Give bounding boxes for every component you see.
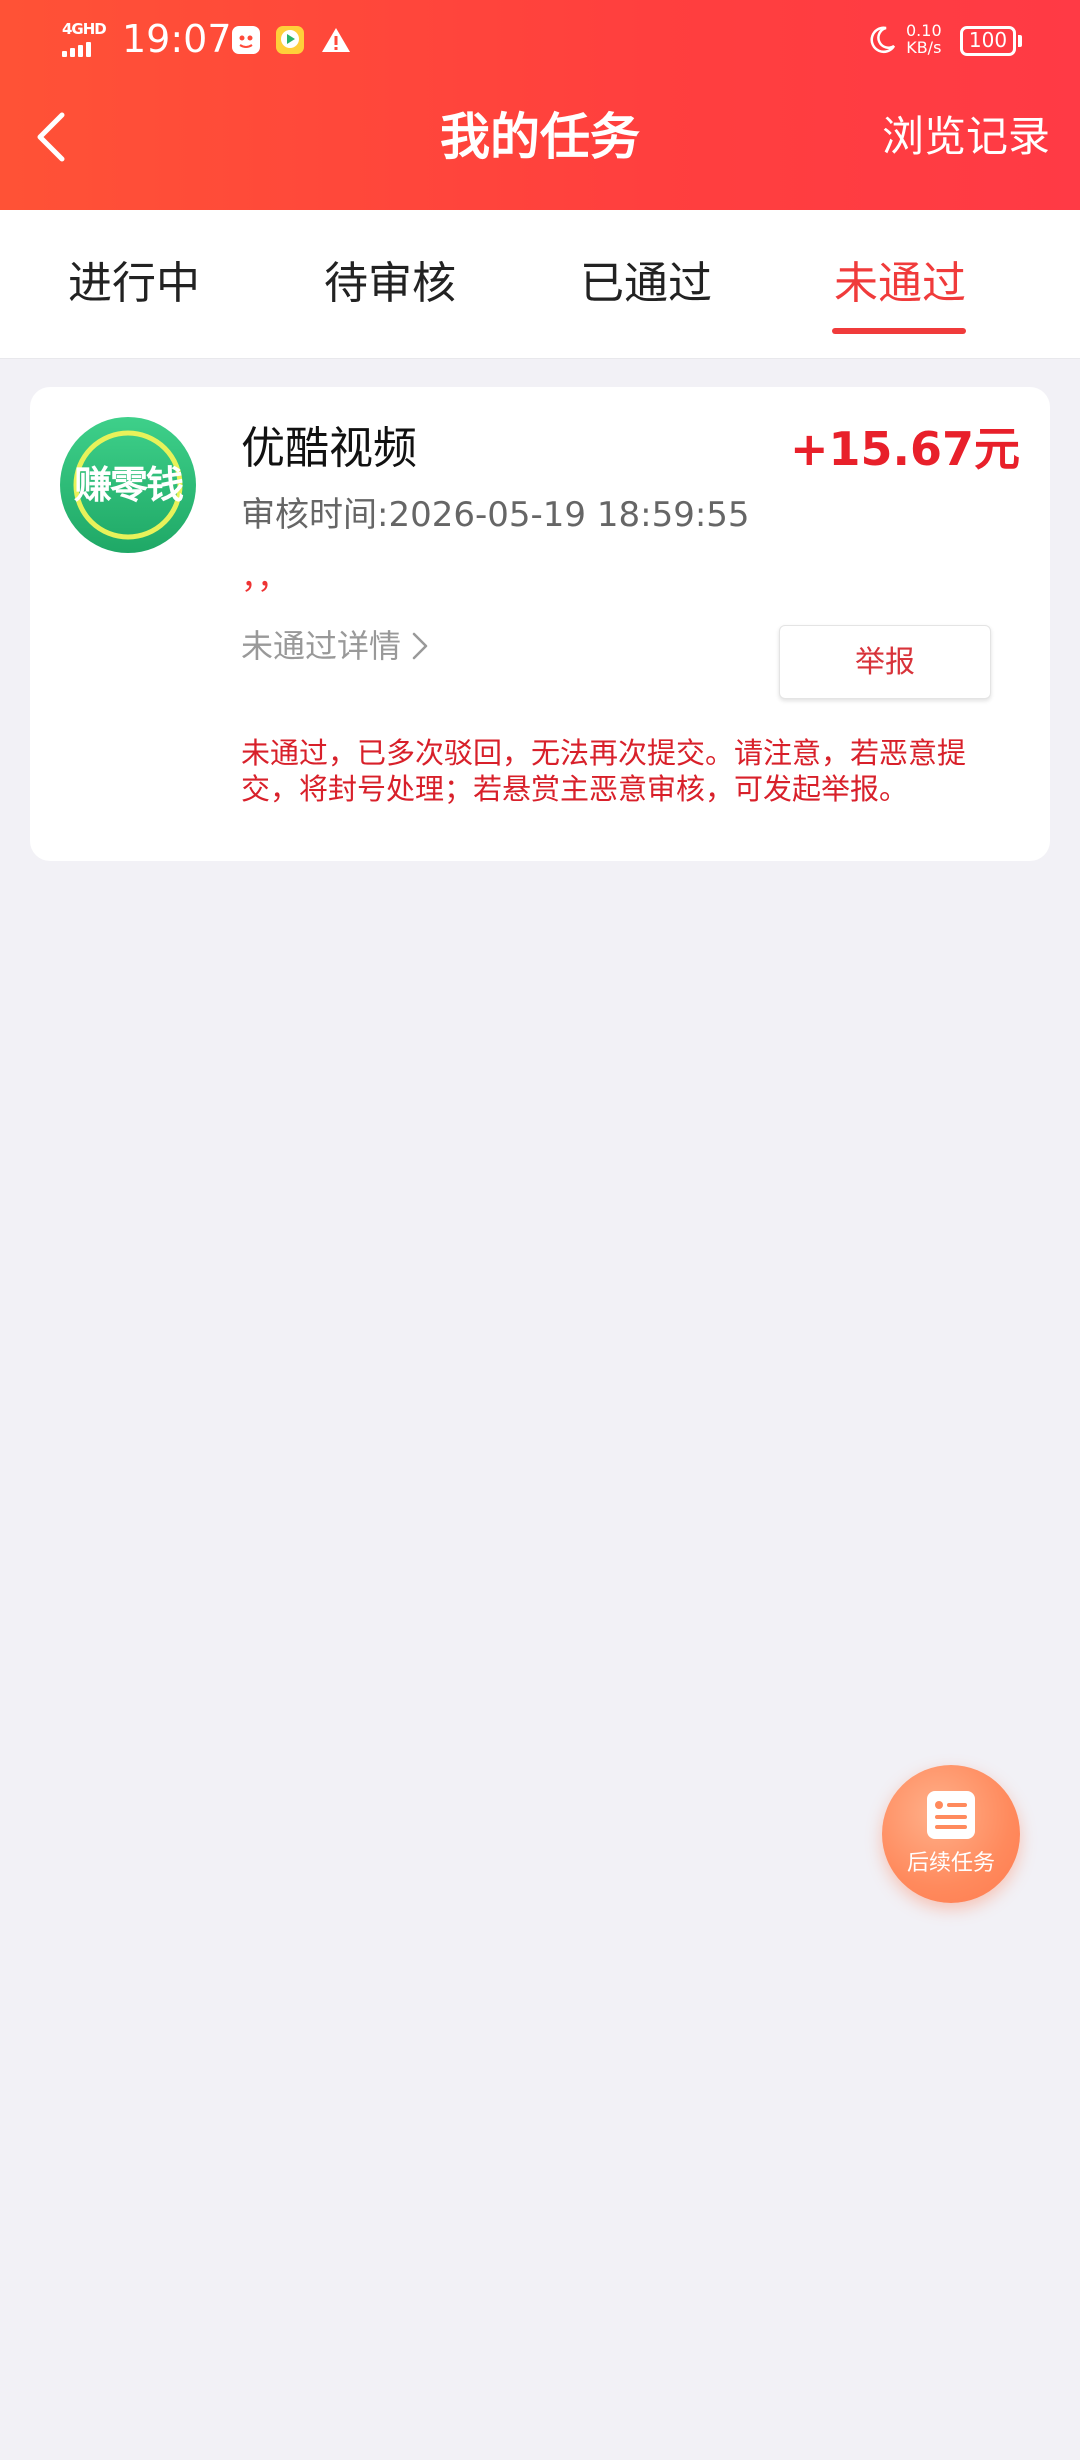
network-type: 4GHD	[62, 20, 107, 38]
app-header: 4GHD 19:07 0.10 KB/s 100 我的任务 浏览记录	[0, 0, 1080, 210]
task-status-tabs: 进行中 待审核 已通过 未通过	[0, 210, 1080, 359]
moon-icon	[866, 24, 898, 56]
network-speed: 0.10 KB/s	[906, 22, 942, 56]
detail-label: 未通过详情	[241, 627, 402, 665]
next-tasks-button[interactable]: 后续任务	[882, 1765, 1020, 1903]
report-button[interactable]: 举报	[779, 625, 991, 699]
speed-unit: KB/s	[906, 38, 942, 57]
signal-indicator: 4GHD	[62, 20, 112, 57]
logo-text: 赚零钱	[73, 463, 184, 507]
status-bar: 4GHD 19:07 0.10 KB/s 100	[0, 0, 1080, 80]
fab-label: 后续任务	[906, 1851, 995, 1876]
tab-rejected[interactable]: 未通过	[810, 210, 990, 358]
battery-tip	[1018, 35, 1022, 47]
chevron-right-icon	[412, 632, 428, 660]
battery-level: 100	[968, 28, 1008, 52]
rejection-detail-link[interactable]: 未通过详情	[241, 623, 429, 669]
browse-history-button[interactable]: 浏览记录	[882, 102, 1050, 172]
tab-pending-review[interactable]: 待审核	[300, 210, 480, 358]
status-time: 19:07	[122, 17, 232, 61]
task-name: 优酷视频	[241, 423, 417, 474]
rejection-notice: 未通过，已多次驳回，无法再次提交。请注意，若恶意提交，将封号处理；若悬赏主恶意审…	[241, 736, 967, 806]
task-remark: ，，	[241, 558, 290, 596]
battery-icon: 100	[960, 26, 1016, 56]
video-app-icon	[274, 24, 306, 56]
review-time: 审核时间:2026-05-19 18:59:55	[241, 495, 750, 535]
tab-in-progress[interactable]: 进行中	[44, 210, 224, 358]
tab-approved[interactable]: 已通过	[556, 210, 736, 358]
task-reward: +15.67元	[789, 422, 1020, 476]
signal-bars-icon	[62, 42, 91, 57]
warning-icon	[320, 24, 352, 56]
task-app-logo: 赚零钱	[60, 417, 196, 553]
task-list-icon	[927, 1791, 975, 1839]
title-bar: 我的任务 浏览记录	[0, 80, 1080, 210]
task-card[interactable]: 赚零钱 优酷视频 +15.67元 审核时间:2026-05-19 18:59:5…	[30, 387, 1050, 861]
active-tab-indicator	[832, 328, 966, 334]
screenshot-app-icon	[230, 24, 262, 56]
